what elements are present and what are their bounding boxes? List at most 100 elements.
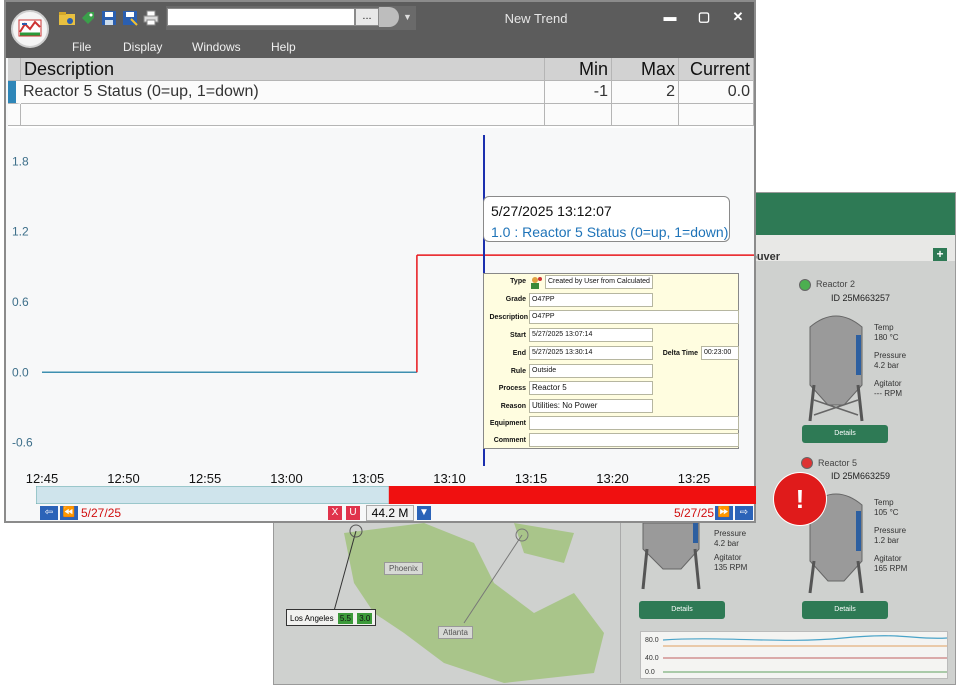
tag-icon[interactable] bbox=[79, 9, 97, 27]
row-description[interactable]: Reactor 5 Status (0=up, 1=down) bbox=[21, 81, 545, 104]
event-reason-field[interactable]: Utilities: No Power bbox=[529, 399, 653, 413]
map bbox=[333, 523, 604, 683]
temp-value: 105 °C bbox=[874, 508, 899, 517]
row-current[interactable]: 0.0 bbox=[679, 81, 754, 104]
rewind-icon[interactable]: ⏪ bbox=[60, 506, 78, 520]
add-button[interactable]: + bbox=[933, 248, 947, 261]
empty-row-cell[interactable] bbox=[545, 104, 612, 126]
reactor-left-details-button[interactable]: Details bbox=[639, 601, 725, 619]
pressure-label: Pressure bbox=[714, 529, 747, 538]
event-process-field[interactable]: Reactor 5 bbox=[529, 381, 653, 395]
menu-file[interactable]: File bbox=[72, 40, 91, 54]
agitator-label: Agitator bbox=[714, 553, 742, 562]
close-button[interactable]: ✕ bbox=[726, 8, 750, 26]
menu-display[interactable]: Display bbox=[123, 40, 162, 54]
x-tick-label: 13:10 bbox=[433, 471, 466, 486]
row-max[interactable]: 2 bbox=[612, 81, 679, 104]
temp-label: Temp bbox=[874, 498, 894, 507]
toolbar bbox=[58, 7, 160, 29]
browse-button[interactable]: ... bbox=[355, 8, 379, 26]
memory-indicator: 44.2 M bbox=[366, 505, 414, 521]
go-button[interactable] bbox=[379, 7, 399, 27]
tooltip-value: 1.0 : Reactor 5 Status (0=up, 1=down) bbox=[491, 224, 729, 240]
event-type-field[interactable]: Created by User from Calculated bbox=[545, 275, 653, 289]
x-axis: 12:45 12:50 12:55 13:00 13:05 13:10 13:15 13:20… bbox=[26, 471, 711, 486]
reactor-silo-icon bbox=[641, 523, 701, 590]
step-back-icon[interactable]: ⇦ bbox=[40, 506, 58, 520]
time-range-alarm bbox=[388, 486, 756, 504]
event-reason-label: Reason bbox=[500, 403, 526, 410]
start-date[interactable]: 5/27/25 bbox=[81, 506, 121, 520]
event-type-label: Type bbox=[510, 278, 526, 285]
city-label-atlanta[interactable]: Atlanta bbox=[438, 626, 473, 639]
cursor-tooltip: 5/27/2025 13:12:07 1.0 : Reactor 5 Statu… bbox=[483, 196, 730, 242]
menu-help[interactable]: Help bbox=[271, 40, 296, 54]
y-axis: 1.8 1.2 0.6 0.0 -0.6 bbox=[12, 154, 33, 449]
reactor-5-details-button[interactable]: Details bbox=[802, 601, 888, 619]
col-header-min[interactable]: Min bbox=[545, 58, 612, 81]
clear-x-button[interactable]: X bbox=[328, 506, 342, 520]
event-equipment-field[interactable] bbox=[529, 416, 739, 430]
open-folder-icon[interactable] bbox=[58, 9, 76, 27]
y-tick-label: 0.6 bbox=[12, 295, 29, 309]
x-tick-label: 13:15 bbox=[515, 471, 548, 486]
mini-tick: 40.0 bbox=[645, 655, 659, 662]
pressure-value: 1.2 bar bbox=[874, 536, 899, 545]
event-start-field[interactable]: 5/27/2025 13:07:14 bbox=[529, 328, 653, 342]
grid-corner bbox=[8, 58, 21, 81]
alert-icon[interactable]: ! bbox=[774, 473, 826, 525]
empty-row-cell[interactable] bbox=[679, 104, 754, 126]
maximize-button[interactable]: ▢ bbox=[692, 8, 716, 26]
event-delta-label: Delta Time bbox=[662, 350, 698, 357]
app-logo-icon[interactable] bbox=[11, 10, 49, 48]
reactor-5-name: Reactor 5 bbox=[818, 458, 858, 468]
y-tick-label: 1.8 bbox=[12, 154, 29, 168]
chevron-down-icon[interactable]: ▼ bbox=[403, 12, 412, 22]
minimize-button[interactable]: ▬ bbox=[658, 8, 682, 26]
event-rule-label: Rule bbox=[510, 368, 526, 375]
city-box-los-angeles[interactable]: Los Angeles 5.5 3.0 bbox=[286, 609, 377, 626]
update-u-button[interactable]: U bbox=[346, 506, 360, 520]
agitator-value: 165 RPM bbox=[874, 564, 908, 573]
end-date[interactable]: 5/27/25 bbox=[674, 506, 714, 520]
pressure-value: 4.2 bar bbox=[874, 361, 899, 370]
save-icon[interactable] bbox=[100, 9, 118, 27]
path-input[interactable] bbox=[167, 8, 355, 26]
pen-color-swatch[interactable] bbox=[8, 81, 21, 104]
fast-forward-icon[interactable]: ⏩ bbox=[715, 506, 733, 520]
col-header-current[interactable]: Current bbox=[679, 58, 754, 81]
x-tick-label: 13:20 bbox=[596, 471, 629, 486]
reactor-2-details-button[interactable]: Details bbox=[802, 425, 888, 443]
agitator-value: --- RPM bbox=[874, 389, 902, 398]
event-comment-label: Comment bbox=[493, 437, 526, 444]
mini-tick: 0.0 bbox=[645, 669, 655, 676]
print-icon[interactable] bbox=[142, 9, 160, 27]
menu-windows[interactable]: Windows bbox=[192, 40, 241, 54]
event-rule-field[interactable]: Outside bbox=[529, 364, 653, 378]
empty-row-cell[interactable] bbox=[612, 104, 679, 126]
event-panel: Type Created by User from Calculated Gra… bbox=[483, 273, 739, 449]
row-min[interactable]: -1 bbox=[545, 81, 612, 104]
time-range-bar[interactable] bbox=[36, 486, 756, 504]
event-delta-field[interactable]: 00:23:00 bbox=[701, 346, 739, 360]
city-label-phoenix[interactable]: Phoenix bbox=[384, 562, 423, 575]
event-grade-field[interactable]: O47PP bbox=[529, 293, 653, 307]
chevron-down-icon[interactable]: ▼ bbox=[417, 506, 431, 520]
temp-value: 180 °C bbox=[874, 333, 899, 342]
col-header-description[interactable]: Description bbox=[21, 58, 545, 81]
event-description-field[interactable]: O47PP bbox=[529, 310, 739, 324]
event-comment-field[interactable] bbox=[529, 433, 739, 447]
reactor-2-name: Reactor 2 bbox=[816, 279, 856, 289]
pen-grid: Description Min Max Current Reactor 5 St… bbox=[8, 58, 754, 128]
panel-divider bbox=[620, 523, 621, 683]
event-end-field[interactable]: 5/27/2025 13:30:14 bbox=[529, 346, 653, 360]
save-as-icon[interactable] bbox=[121, 9, 139, 27]
empty-row-cell[interactable] bbox=[8, 104, 21, 126]
step-forward-icon[interactable]: ⇨ bbox=[735, 506, 753, 520]
reactor-left-stats: Pressure 4.2 bar Agitator 135 RPM bbox=[714, 529, 747, 573]
city-label-los-angeles: Los Angeles bbox=[290, 614, 334, 623]
event-equipment-label: Equipment bbox=[489, 420, 526, 427]
y-tick-label: 0.0 bbox=[12, 365, 29, 379]
empty-row-cell[interactable] bbox=[21, 104, 545, 126]
col-header-max[interactable]: Max bbox=[612, 58, 679, 81]
